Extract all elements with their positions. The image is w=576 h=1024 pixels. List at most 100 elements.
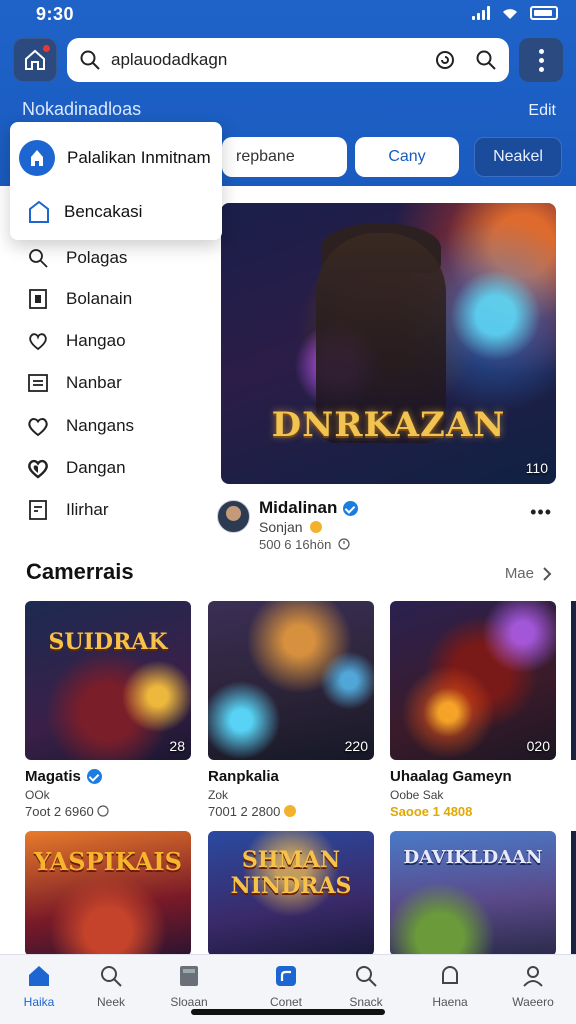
card-art: [25, 601, 191, 760]
side-item[interactable]: Bolanain: [26, 284, 132, 314]
dropdown-item-home[interactable]: Bencakasi: [28, 200, 142, 224]
nav-label: Conet: [269, 995, 303, 1009]
nav-library[interactable]: Sloaan: [153, 963, 225, 1009]
dot: [538, 66, 544, 72]
card-sub: Oobe Sak: [390, 788, 444, 802]
side-item[interactable]: Nangans: [26, 411, 134, 441]
see-all-link[interactable]: Mae: [505, 565, 552, 582]
home-outline-icon: [29, 200, 49, 223]
search-icon: [101, 966, 122, 987]
search-input[interactable]: aplauodadkagn: [111, 50, 227, 70]
card-title-row: Magatis: [25, 768, 191, 785]
nav-home[interactable]: Haika: [3, 963, 75, 1009]
card-logo: SHMAN NINDRAS: [230, 847, 352, 899]
signal-icon: [472, 6, 490, 20]
card-art: [390, 601, 556, 760]
avatar[interactable]: [217, 500, 250, 533]
card-meta-text: Saooe 1 4808: [390, 804, 473, 819]
battery-icon: [530, 6, 558, 20]
card-meta-text: 7oot 2 6960: [25, 804, 94, 819]
dot: [538, 57, 544, 63]
game-card-partial[interactable]: [571, 831, 576, 956]
create-icon: [276, 966, 296, 986]
side-item[interactable]: Ilirhar: [26, 495, 109, 525]
nav-label: Haika: [23, 995, 55, 1009]
nav-label: Neek: [96, 995, 125, 1009]
nav-notifications[interactable]: Haena: [414, 963, 486, 1009]
card-art: [208, 601, 374, 760]
library-icon: [180, 966, 198, 986]
card-meta: Saooe 1 4808: [390, 804, 556, 819]
creator-name-row[interactable]: Midalinan: [259, 498, 359, 518]
verified-icon: [343, 500, 359, 516]
game-card-partial[interactable]: [571, 601, 576, 760]
nav-create[interactable]: Conet: [250, 963, 322, 1009]
dot: [538, 48, 544, 54]
game-card[interactable]: DAVIKLDAAN: [390, 831, 556, 956]
search-icon: [29, 249, 48, 268]
profile-icon: [523, 966, 543, 987]
card-badge: 020: [526, 738, 550, 754]
featured-game-banner[interactable]: DNRKAZAN 110: [221, 203, 556, 484]
creator-sub: Sonjan: [259, 519, 323, 535]
grid-icon: [28, 374, 48, 392]
edit-link[interactable]: Edit: [528, 102, 556, 120]
game-thumbnail: 220: [208, 601, 374, 760]
card-title: Magatis: [25, 768, 81, 785]
filter-chip[interactable]: Cany: [355, 137, 459, 177]
card-title: Ranpkalia: [208, 768, 279, 785]
document-icon: [29, 500, 47, 520]
side-item[interactable]: Hangao: [26, 326, 126, 356]
nav-label: Waeero: [512, 995, 554, 1009]
wifi-icon: [503, 9, 517, 19]
card-title: Uhaalag Gameyn: [390, 768, 512, 785]
side-item[interactable]: Nanbar: [26, 368, 122, 398]
game-card[interactable]: YASPIKAIS: [25, 831, 191, 956]
creator-sub-text: Sonjan: [259, 519, 303, 535]
game-card[interactable]: SUIDRAK 28 Magatis OOk 7oot 2 6960: [25, 601, 191, 819]
more-icon[interactable]: •••: [530, 502, 552, 523]
game-card[interactable]: 220 Ranpkalia Zok 7001 2 2800: [208, 601, 374, 819]
dropdown-item-profile[interactable]: Palalikan Inmitnam: [19, 138, 214, 178]
nav-profile[interactable]: Waeero: [497, 963, 569, 1009]
section-title: Camerrais: [26, 559, 134, 584]
profile-avatar-icon: [19, 140, 55, 176]
more-options-button[interactable]: [519, 38, 563, 82]
side-item-label: Dangan: [66, 458, 126, 477]
featured-title: DNRKAZAN: [271, 405, 506, 445]
header-subtitle: Nokadinadloas: [22, 99, 142, 119]
card-meta: 7001 2 2800: [208, 804, 374, 819]
nav-label: Haena: [432, 995, 468, 1009]
home-button[interactable]: [13, 38, 57, 82]
side-item[interactable]: Polagas: [26, 243, 127, 273]
featured-count: 110: [525, 460, 548, 476]
filter-chip[interactable]: repbane: [222, 137, 347, 177]
home-icon: [29, 966, 49, 986]
search-icon: [80, 50, 100, 70]
game-thumbnail: 020: [390, 601, 556, 760]
search-bar[interactable]: aplauodadkagn: [67, 38, 509, 82]
heart-outline-icon: [28, 418, 48, 437]
game-card[interactable]: SHMAN NINDRAS: [208, 831, 374, 956]
side-item-label: Bolanain: [66, 289, 133, 308]
card-logo: YASPIKAIS: [34, 847, 182, 876]
notification-dot: [42, 44, 51, 53]
side-item-label: Nangans: [66, 416, 135, 435]
card-badge: 28: [169, 738, 185, 754]
card-meta: 7oot 2 6960: [25, 804, 191, 819]
nav-search[interactable]: Neek: [75, 963, 147, 1009]
refresh-icon[interactable]: [433, 48, 457, 72]
game-card[interactable]: 020 Uhaalag Gameyn Oobe Sak Saooe 1 4808: [390, 601, 556, 819]
nav-snack[interactable]: Snack: [330, 963, 402, 1009]
dropdown-item-label: Bencakasi: [64, 202, 143, 221]
filter-chip[interactable]: Neakel: [474, 137, 562, 177]
card-meta-text: 7001 2 2800: [208, 804, 281, 819]
side-item-label: Hangao: [66, 331, 126, 350]
creator-name: Midalinan: [259, 498, 338, 517]
game-thumbnail: SUIDRAK 28: [25, 601, 191, 760]
featured-creator: Midalinan Sonjan 500 6 16hön •••: [217, 496, 562, 560]
card-logo: SUIDRAK: [48, 629, 168, 655]
search-icon[interactable]: [475, 49, 497, 71]
side-item[interactable]: Dangan: [26, 453, 126, 483]
search-icon: [356, 966, 377, 987]
